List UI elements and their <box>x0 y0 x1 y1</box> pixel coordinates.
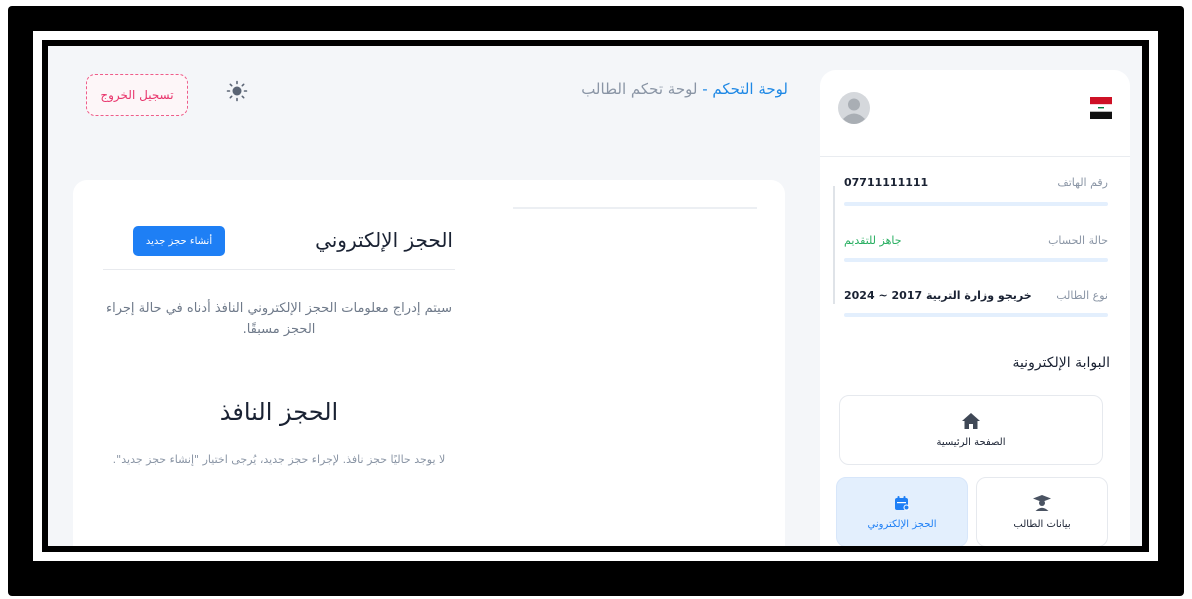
nav-booking-label: الحجز الإلكتروني <box>867 518 937 530</box>
account-status-row: حالة الحساب جاهز للتقديم <box>844 234 1108 254</box>
page-title-separator: - <box>697 80 713 98</box>
phone-row: رقم الهاتف 07711111111 <box>844 176 1108 196</box>
account-status-label: حالة الحساب <box>1048 234 1108 247</box>
account-status-underline <box>844 258 1108 262</box>
student-type-label: نوع الطالب <box>1056 289 1108 302</box>
logout-button[interactable]: تسجيل الخروج <box>86 74 188 116</box>
booking-info-text: سيتم إدراج معلومات الحجز الإلكتروني النا… <box>105 301 452 337</box>
phone-label: رقم الهاتف <box>1057 176 1108 189</box>
page-title-sub: لوحة تحكم الطالب <box>581 80 698 98</box>
sidebar-info-line <box>833 186 835 304</box>
booking-divider <box>103 269 455 270</box>
sun-icon[interactable] <box>226 80 248 102</box>
portal-title: البوابة الإلكترونية <box>1012 355 1110 371</box>
booking-title: الحجز الإلكتروني <box>315 228 453 252</box>
student-type-row: نوع الطالب خريجو وزارة التربية 2017 ~ 20… <box>844 289 1108 309</box>
avatar-icon[interactable] <box>838 92 870 124</box>
student-type-underline <box>844 313 1108 317</box>
iraq-flag-icon <box>1090 97 1112 119</box>
nav-home-label: الصفحة الرئيسية <box>936 436 1006 448</box>
sidebar-divider <box>820 156 1130 157</box>
profile-sidebar: رقم الهاتف 07711111111 حالة الحساب جاهز … <box>820 70 1130 546</box>
home-icon <box>962 412 980 433</box>
phone-underline <box>844 202 1108 206</box>
card-top-divider <box>513 207 757 209</box>
new-booking-button[interactable]: أنشاء حجز جديد <box>133 226 225 256</box>
app-window: تسجيل الخروج لوحة التحكم - لوحة تحكم الط… <box>48 46 1142 546</box>
nav-home[interactable]: الصفحة الرئيسية <box>839 395 1103 465</box>
calendar-icon <box>894 495 910 515</box>
phone-value: 07711111111 <box>844 176 929 189</box>
student-type-value: خريجو وزارة التربية 2017 ~ 2024 <box>844 289 1032 302</box>
page-title: لوحة التحكم - لوحة تحكم الطالب <box>498 80 788 98</box>
nav-student-data-label: بيانات الطالب <box>1013 518 1071 530</box>
nav-student-data[interactable]: بيانات الطالب <box>976 477 1108 546</box>
page-title-main: لوحة التحكم <box>712 80 788 98</box>
nav-booking[interactable]: الحجز الإلكتروني <box>836 477 968 546</box>
active-booking-description: لا يوجد حاليًا حجز نافذ. لإجراء حجز جديد… <box>112 453 446 466</box>
active-booking-title: الحجز النافذ <box>219 398 339 426</box>
booking-card: الحجز الإلكتروني أنشاء حجز جديد سيتم إدر… <box>73 180 785 546</box>
account-status-value: جاهز للتقديم <box>844 234 902 247</box>
student-icon <box>1033 494 1051 515</box>
